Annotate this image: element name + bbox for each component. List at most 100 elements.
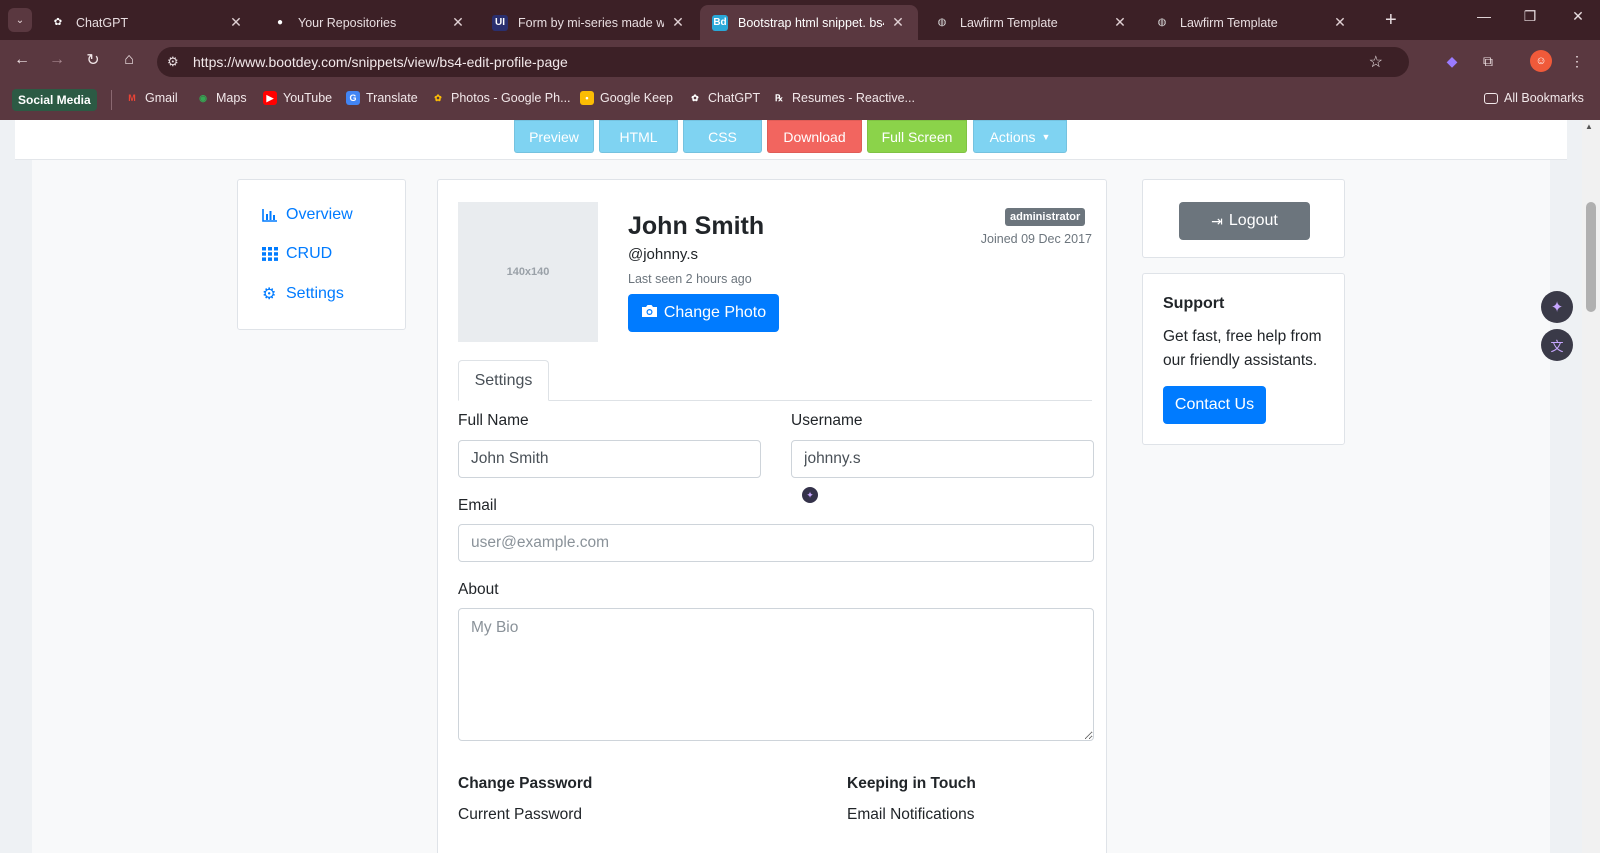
chatgpt-icon: ✿ (53, 17, 63, 28)
close-icon[interactable]: ✕ (1332, 14, 1348, 31)
close-icon[interactable]: ✕ (228, 14, 244, 31)
username-field[interactable] (791, 440, 1094, 478)
tab-label: ChatGPT (76, 15, 129, 30)
tab-search-button[interactable]: ⌄ (8, 8, 32, 32)
minimize-icon[interactable]: — (1472, 8, 1496, 24)
extensions-puzzle-icon[interactable]: ⧉ (1477, 50, 1499, 72)
keeping-in-touch-heading: Keeping in Touch (847, 775, 976, 792)
all-bookmarks[interactable]: All Bookmarks (1484, 91, 1584, 105)
about-label: About (458, 581, 499, 598)
email-label: Email (458, 497, 497, 514)
address-bar[interactable]: ⚙ https://www.bootdey.com/snippets/view/… (157, 47, 1409, 77)
bookmark-label: Maps (216, 91, 247, 105)
logout-label: Logout (1228, 212, 1278, 229)
close-icon[interactable]: ✕ (670, 14, 686, 31)
globe-icon: ◍ (1157, 17, 1167, 28)
back-icon[interactable]: ← (10, 48, 34, 72)
forward-icon[interactable]: → (45, 48, 69, 72)
support-text: Get fast, free help from our friendly as… (1163, 328, 1322, 369)
browser-tab-chatgpt[interactable]: ✿ ChatGPT ✕ (38, 5, 256, 40)
page-content: Overview CRUD ⚙ Settings (32, 160, 1550, 853)
fullscreen-button[interactable]: Full Screen (867, 120, 967, 153)
bookmark-label: Gmail (145, 91, 178, 105)
browser-tab-form[interactable]: UI Form by mi-series made with ✕ (480, 5, 698, 40)
translate-icon[interactable]: 文 (1541, 329, 1573, 361)
grid-icon (262, 247, 280, 261)
change-photo-label: Change Photo (663, 304, 767, 321)
bookmark-translate[interactable]: G Translate (346, 91, 418, 105)
contact-us-button[interactable]: Contact Us (1163, 386, 1266, 424)
site-info-icon[interactable]: ⚙ (167, 54, 179, 70)
browser-tab-bootstrap[interactable]: Bd Bootstrap html snippet. bs4 ✕ (700, 5, 918, 40)
tab-label: Lawfirm Template (960, 15, 1058, 30)
camera-icon (641, 304, 658, 323)
page-scrollbar[interactable]: ▲ (1582, 120, 1600, 853)
tab-settings[interactable]: Settings (458, 360, 549, 401)
current-password-label: Current Password (458, 806, 583, 823)
bookmark-google-keep[interactable]: • Google Keep (580, 91, 673, 105)
translate-icon: G (346, 91, 360, 105)
menu-dots-icon[interactable]: ⋮ (1566, 50, 1588, 72)
change-photo-button[interactable]: Change Photo (628, 294, 779, 332)
sidebar-item-overview[interactable]: Overview (262, 206, 353, 224)
bookmark-resumes[interactable]: ℞ Resumes - Reactive... (772, 91, 915, 105)
bookmark-label: All Bookmarks (1504, 91, 1584, 105)
profile-avatar-icon[interactable]: ☺ (1530, 50, 1552, 72)
logout-button[interactable]: ⇥ Logout (1179, 202, 1310, 240)
bookmark-gmail[interactable]: M Gmail (125, 91, 178, 105)
sidebar-item-label: Overview (286, 206, 353, 223)
bookmark-label: Resumes - Reactive... (792, 91, 915, 105)
bookmark-label: Photos - Google Ph... (451, 91, 571, 105)
bookmark-label: Google Keep (600, 91, 673, 105)
sidebar-item-settings[interactable]: ⚙ Settings (262, 284, 344, 304)
bookmark-label: ChatGPT (708, 91, 761, 105)
actions-dropdown[interactable]: Actions ▼ (973, 120, 1067, 153)
caret-down-icon: ▼ (1041, 131, 1051, 142)
bookmark-label: Translate (366, 91, 418, 105)
sidebar-item-label: CRUD (286, 245, 333, 262)
gmail-icon: M (128, 93, 136, 103)
tab-label: Form by mi-series made with (518, 15, 664, 30)
close-icon[interactable]: ✕ (1112, 14, 1128, 31)
browser-tab-lawfirm-1[interactable]: ◍ Lawfirm Template ✕ (922, 5, 1140, 40)
css-button[interactable]: CSS (683, 120, 762, 153)
bookmark-google-photos[interactable]: ✿ Photos - Google Ph... (431, 91, 571, 105)
profile-photo-placeholder: 140x140 (458, 202, 598, 342)
keep-icon: • (580, 91, 594, 105)
bookmark-chatgpt[interactable]: ✿ ChatGPT (688, 91, 760, 105)
browser-tab-lawfirm-2[interactable]: ◍ Lawfirm Template ✕ (1142, 5, 1360, 40)
bookmark-star-icon[interactable]: ☆ (1369, 52, 1383, 72)
full-name-field[interactable] (458, 440, 761, 478)
bookmark-folder-social-media[interactable]: Social Media (12, 89, 97, 111)
window-close-icon[interactable]: ✕ (1566, 8, 1590, 25)
snippet-toolbar: Preview HTML CSS Download Full Screen Ac… (15, 120, 1567, 160)
extension-icon[interactable]: ◆ (1441, 50, 1463, 72)
download-button[interactable]: Download (767, 120, 862, 153)
new-tab-icon[interactable]: + (1385, 9, 1397, 32)
bookmark-youtube[interactable]: ▶ YouTube (263, 91, 332, 105)
rx-icon: ℞ (774, 92, 784, 103)
change-password-heading: Change Password (458, 775, 593, 792)
bookmark-maps[interactable]: ◉ Maps (196, 91, 247, 105)
profile-handle: @johnny.s (628, 246, 698, 263)
email-field[interactable] (458, 524, 1094, 562)
username-label: Username (791, 412, 863, 429)
about-textarea[interactable] (458, 608, 1094, 741)
close-icon[interactable]: ✕ (450, 14, 466, 31)
home-icon[interactable]: ⌂ (117, 48, 141, 72)
scroll-up-icon[interactable]: ▲ (1585, 122, 1593, 131)
html-button[interactable]: HTML (599, 120, 678, 153)
page-viewport: Preview HTML CSS Download Full Screen Ac… (0, 120, 1600, 853)
ai-sparkle-icon[interactable]: ✦ (1541, 291, 1573, 323)
folder-icon (1484, 92, 1498, 104)
sidebar-item-crud[interactable]: CRUD (262, 245, 332, 263)
reload-icon[interactable]: ↻ (81, 48, 105, 72)
sparkle-icon[interactable]: ✦ (802, 487, 818, 503)
profile-name: John Smith (628, 212, 765, 240)
scrollbar-thumb[interactable] (1586, 202, 1596, 312)
browser-tab-repositories[interactable]: ● Your Repositories ✕ (260, 5, 478, 40)
restore-icon[interactable]: ❐ (1518, 8, 1542, 25)
preview-button[interactable]: Preview (514, 120, 594, 153)
close-icon[interactable]: ✕ (890, 14, 906, 31)
sidebar-card: Overview CRUD ⚙ Settings (237, 179, 406, 330)
